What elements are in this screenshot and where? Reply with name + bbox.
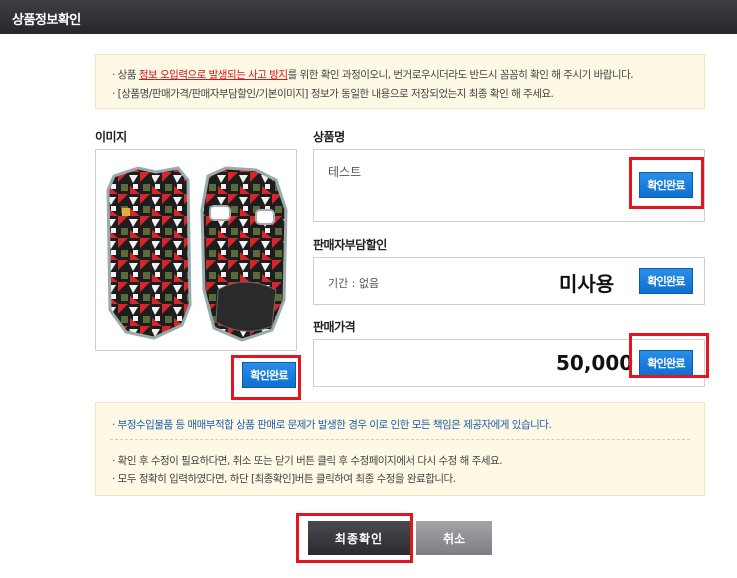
window-title: 상품정보확인 <box>12 13 81 28</box>
top-notice-line-2: · [상품명/판매가격/판매자부담할인/기본이미지] 정보가 동일한 내용으로 … <box>112 88 554 100</box>
highlight-box <box>231 355 301 400</box>
divider <box>110 439 690 440</box>
highlight-box <box>296 513 413 563</box>
top-notice: · 상품 정보 오입력으로 발생되는 사고 방지를 위한 확인 과정이오니, 번… <box>95 54 705 109</box>
seller-discount-confirm-button[interactable]: 확인완료 <box>639 268 693 294</box>
cancel-button[interactable]: 취소 <box>416 521 492 555</box>
product-name-label: 상품명 <box>313 130 345 144</box>
highlight-box <box>629 157 704 209</box>
bottom-notice-line-3: · 모두 정확히 입력하였다면, 하단 [최종확인]버튼 클릭하여 최종 수정을… <box>112 473 456 485</box>
notice-text: · 부정수입물품 등 매매부적합 상품 판매로 문제가 발생한 경우 이로 인한… <box>112 419 552 431</box>
product-name-value: 테스트 <box>328 165 362 179</box>
bottom-notice-line-1: · 부정수입물품 등 매매부적합 상품 판매로 문제가 발생한 경우 이로 인한… <box>112 417 552 432</box>
title-bar: 상품정보확인 <box>0 0 737 34</box>
dog-vest-image <box>106 166 288 342</box>
product-image <box>95 149 297 351</box>
notice-text: · 상품 <box>112 69 139 81</box>
discount-status: 미사용 <box>559 272 615 296</box>
notice-highlight: 정보 오입력으로 발생되는 사고 방지 <box>138 69 288 81</box>
image-label: 이미지 <box>95 130 127 144</box>
bottom-notice-line-2: · 확인 후 수정이 필요하다면, 취소 또는 닫기 버튼 클릭 후 수정페이지… <box>112 455 503 467</box>
seller-discount-label: 판매자부담할인 <box>313 238 387 252</box>
sale-price-value: 50,000 <box>556 351 634 375</box>
discount-period: 기간 : 없음 <box>328 277 380 290</box>
bottom-notice: · 부정수입물품 등 매매부적합 상품 판매로 문제가 발생한 경우 이로 인한… <box>95 402 705 496</box>
sale-price-label: 판매가격 <box>313 320 356 334</box>
top-notice-line-1: · 상품 정보 오입력으로 발생되는 사고 방지를 위한 확인 과정이오니, 번… <box>112 67 634 82</box>
highlight-box <box>629 333 709 378</box>
notice-text: 를 위한 확인 과정이오니, 번거로우시더라도 반드시 꼼꼼히 확인 해 주시기… <box>287 69 634 81</box>
